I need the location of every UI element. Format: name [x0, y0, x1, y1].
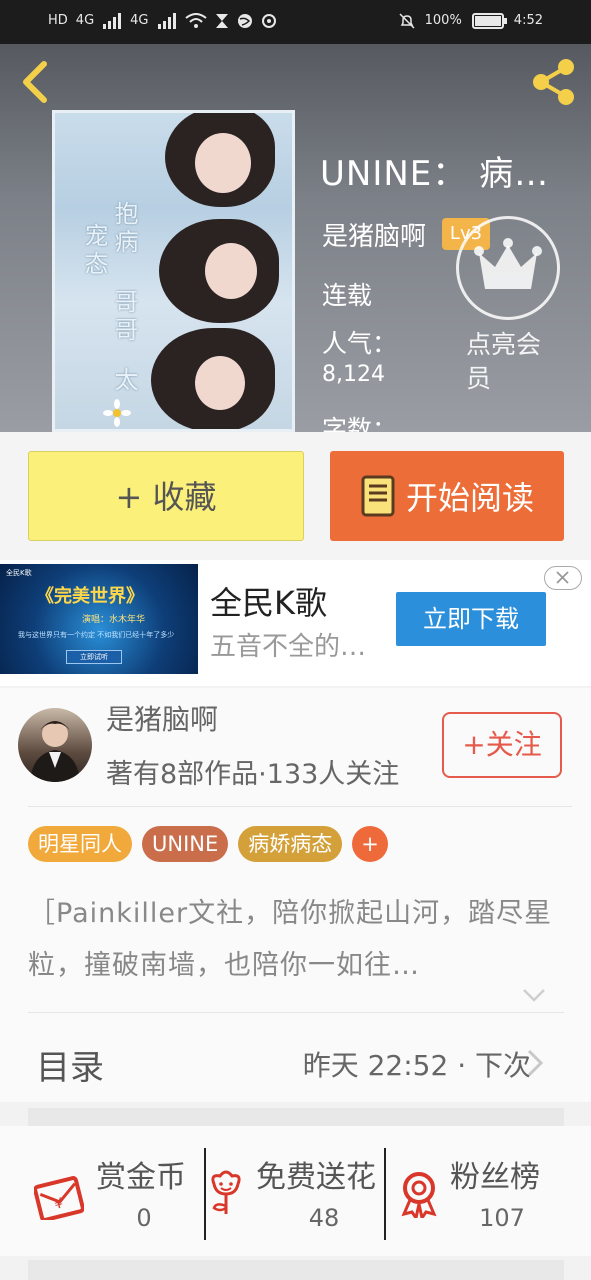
reward-coins[interactable]: ¥ 赏金币 0: [0, 1126, 205, 1256]
clock: 4:52: [513, 13, 543, 28]
avatar[interactable]: [18, 708, 92, 782]
battery-level: [474, 16, 501, 26]
back-arrow-icon: [23, 61, 47, 103]
ad-image-button: 立即试听: [66, 650, 122, 664]
author-stats: 著有8部作品·133人关注: [106, 759, 400, 790]
ad-image-line: 我与这世界只有一个约定 不如我们已经十年了多少: [18, 631, 175, 639]
cover-panel-3: [55, 322, 292, 429]
cover-text-1: 抱病: [110, 201, 138, 257]
ad-image-subtitle: 演唱：水木年华: [82, 615, 146, 625]
author-card-name[interactable]: 是猪脑啊: [106, 698, 218, 738]
back-button[interactable]: [16, 58, 56, 106]
follow-button[interactable]: +关注: [442, 712, 562, 778]
reward-label: 赏金币: [96, 1160, 186, 1195]
hourglass-icon: [215, 14, 228, 28]
ad-download-button[interactable]: 立即下载: [396, 592, 546, 646]
book-intro[interactable]: ［Painkiller文社，陪你掀起山河，踏尽星粒，撞破南墙，也陪你一如往…: [28, 888, 558, 992]
tag-list: 明星同人 UNINE 病娇病态 +: [28, 826, 388, 862]
section-gap: [28, 1108, 564, 1126]
hd-indicator: HD: [48, 13, 68, 28]
start-reading-label: 开始阅读: [405, 479, 534, 517]
divider: [28, 806, 572, 807]
share-button[interactable]: [527, 56, 579, 108]
collect-button[interactable]: + 收藏: [28, 451, 304, 541]
bottom-stats: ¥ 赏金币 0 免费送花 48 粉丝榜 107: [0, 1126, 591, 1256]
book-author[interactable]: 是猪脑啊: [322, 216, 426, 253]
wifi-icon: [184, 13, 207, 28]
start-reading-button[interactable]: 开始阅读: [330, 451, 564, 541]
ad-image-logo: 全民K歌: [6, 569, 32, 577]
fans-value: 107: [479, 1204, 525, 1232]
chevron-right-icon[interactable]: [526, 1048, 544, 1078]
status-bar: HD 4G 4G 100% 4:52: [0, 0, 591, 44]
cover-text-4: 太: [110, 367, 138, 395]
crown-icon: [474, 238, 542, 289]
flower-icon: [211, 1170, 241, 1214]
popularity-value: 8,124: [322, 362, 385, 387]
red-envelope-icon: ¥: [34, 1176, 84, 1220]
chevron-down-icon[interactable]: [522, 988, 546, 1002]
close-icon: [556, 571, 569, 584]
word-count-label: 字数：: [322, 415, 398, 432]
book-cover[interactable]: 抱病 宠态 哥哥 太: [52, 110, 295, 432]
tag-chip[interactable]: 明星同人: [28, 826, 132, 862]
signal-bars-icon: [157, 13, 176, 29]
globe-icon: [237, 14, 252, 28]
cover-panel-1: [55, 113, 292, 217]
book-header: 抱病 宠态 哥哥 太 UNINE： 病态 … 是猪脑啊 Lv3 连载 人气： 8…: [0, 44, 591, 432]
author-section: 是猪脑啊 著有8部作品·133人关注 +关注 明星同人 UNINE 病娇病态 +…: [0, 688, 591, 1102]
tag-chip[interactable]: UNINE: [142, 826, 229, 862]
daisy-icon: [103, 399, 131, 427]
ad-title: 全民K歌: [210, 584, 327, 622]
section-gap: [28, 1260, 564, 1280]
toc-label[interactable]: 目录: [36, 1040, 104, 1089]
reward-value: 0: [136, 1204, 152, 1232]
flowers-value: 48: [308, 1204, 340, 1232]
mute-bell-icon: [399, 13, 415, 29]
signal-4g-2: 4G: [130, 13, 149, 28]
signal-4g-1: 4G: [75, 13, 95, 28]
battery-percent: 100%: [424, 13, 462, 28]
signal-bars-icon: [103, 13, 122, 29]
popularity-label: 人气：: [322, 329, 398, 358]
vip-button[interactable]: [456, 216, 560, 320]
fans-label: 粉丝榜: [450, 1160, 540, 1195]
fan-ranking[interactable]: 粉丝榜 107: [386, 1126, 591, 1256]
vip-label[interactable]: 点亮会员: [466, 328, 562, 396]
cover-face: [195, 133, 251, 193]
book-title: UNINE： 病态 …: [320, 154, 580, 194]
ad-image-title: 《完美世界》: [36, 586, 144, 607]
flowers-label: 免费送花: [256, 1160, 376, 1195]
cover-text-3: 哥哥: [110, 289, 138, 345]
ad-close-button[interactable]: [544, 566, 582, 590]
share-icon: [533, 59, 574, 105]
ad-banner[interactable]: 全民K歌 《完美世界》 演唱：水木年华 我与这世界只有一个约定 不如我们已经十年…: [0, 560, 591, 686]
ad-image[interactable]: 全民K歌 《完美世界》 演唱：水木年华 我与这世界只有一个约定 不如我们已经十年…: [0, 564, 198, 674]
weibo-icon: [261, 14, 276, 28]
add-tag-button[interactable]: +: [352, 826, 388, 862]
toc-update-time[interactable]: 昨天 22:52 · 下次: [303, 1044, 531, 1084]
serial-status: 连载: [322, 281, 373, 310]
medal-icon: [401, 1172, 437, 1218]
avatar-figure: [30, 721, 80, 782]
action-bar: + 收藏 开始阅读: [0, 432, 591, 560]
cover-face: [195, 355, 245, 410]
cover-face: [205, 243, 257, 300]
free-flowers[interactable]: 免费送花 48: [206, 1126, 384, 1256]
book-icon: [361, 475, 395, 517]
battery-icon: [471, 13, 507, 29]
cover-text-2: 宠态: [80, 223, 108, 279]
ad-description: 五音不全的…: [210, 632, 367, 662]
tag-chip[interactable]: 病娇病态: [238, 826, 343, 862]
divider: [28, 1012, 564, 1013]
